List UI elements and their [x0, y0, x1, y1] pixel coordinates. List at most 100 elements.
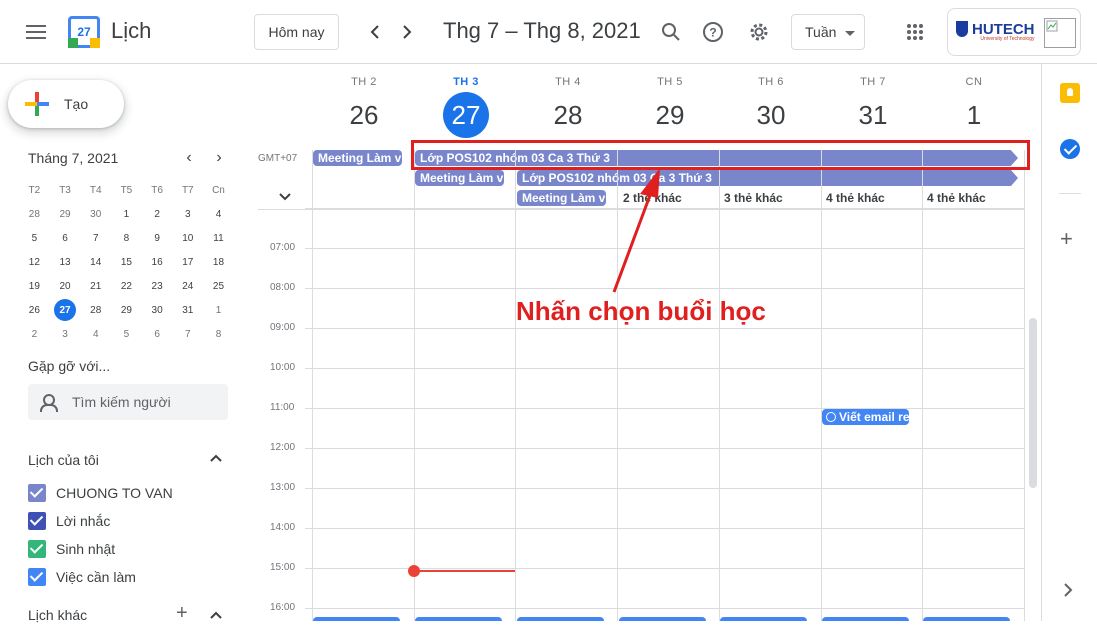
account-org-button[interactable]: HUTECH University of Technology [947, 8, 1081, 56]
mini-day[interactable]: 22 [111, 274, 142, 298]
mini-day[interactable]: 31 [172, 298, 203, 322]
tasks-icon[interactable] [1060, 139, 1080, 159]
mini-day[interactable]: 2 [19, 322, 50, 346]
day-number[interactable]: 30 [720, 92, 822, 138]
mini-prev-month-icon[interactable]: ‹ [177, 146, 201, 170]
day-number[interactable]: 29 [619, 92, 721, 138]
mini-day[interactable]: 24 [172, 274, 203, 298]
calendar-item-tasks[interactable]: Việc cần làm [28, 565, 136, 589]
day-header-thu[interactable]: TH 5 29 [619, 76, 721, 138]
timed-event-email[interactable]: Viết email re [822, 409, 909, 425]
day-header-mon[interactable]: TH 2 26 [313, 76, 415, 138]
mini-day[interactable]: 25 [203, 274, 234, 298]
mini-day[interactable]: 9 [142, 226, 173, 250]
mini-day[interactable]: 21 [80, 274, 111, 298]
apps-grid-icon[interactable] [895, 12, 935, 52]
mini-day[interactable]: 26 [19, 298, 50, 322]
mini-day[interactable]: 12 [19, 250, 50, 274]
timed-event-bottom[interactable] [313, 617, 400, 621]
mini-day[interactable]: 2 [142, 202, 173, 226]
day-header-fri[interactable]: TH 6 30 [720, 76, 822, 138]
day-number-today[interactable]: 27 [443, 92, 489, 138]
mini-day[interactable]: 28 [19, 202, 50, 226]
timed-event-bottom[interactable] [720, 617, 807, 621]
mini-day[interactable]: 18 [203, 250, 234, 274]
calendar-item-birthdays[interactable]: Sinh nhật [28, 537, 115, 561]
timed-event-bottom[interactable] [517, 617, 604, 621]
mini-day[interactable]: 20 [50, 274, 81, 298]
settings-gear-icon[interactable] [739, 12, 779, 52]
mini-day[interactable]: 16 [142, 250, 173, 274]
more-events-sun[interactable]: 4 thẻ khác [927, 191, 986, 205]
mini-day[interactable]: 30 [80, 202, 111, 226]
mini-day[interactable]: 5 [19, 226, 50, 250]
allday-event-meeting-wed[interactable]: Meeting Làm v [517, 190, 606, 206]
my-calendars-title[interactable]: Lịch của tôi [28, 452, 99, 468]
add-other-calendar-icon[interactable]: + [176, 602, 188, 625]
create-button[interactable]: Tạo [8, 80, 124, 128]
mini-day[interactable]: 14 [80, 250, 111, 274]
mini-day[interactable]: 3 [50, 322, 81, 346]
mini-day[interactable]: 17 [172, 250, 203, 274]
more-events-fri[interactable]: 3 thẻ khác [724, 191, 783, 205]
mini-day[interactable]: 11 [203, 226, 234, 250]
day-number[interactable]: 26 [313, 92, 415, 138]
search-people-input[interactable]: Tìm kiếm người [28, 384, 228, 420]
day-header-wed[interactable]: TH 4 28 [517, 76, 619, 138]
mini-day[interactable]: 1 [203, 298, 234, 322]
help-icon[interactable]: ? [693, 12, 733, 52]
day-header-sat[interactable]: TH 7 31 [822, 76, 924, 138]
mini-next-month-icon[interactable]: › [207, 146, 231, 170]
day-number[interactable]: 28 [517, 92, 619, 138]
mini-day[interactable]: 4 [203, 202, 234, 226]
main-menu-icon[interactable] [16, 12, 56, 52]
calendar-item-chuong-to-van[interactable]: CHUONG TO VAN [28, 481, 173, 505]
add-addon-icon[interactable]: + [1060, 226, 1073, 252]
mini-day[interactable]: 6 [50, 226, 81, 250]
allday-event-meeting[interactable]: Meeting Làm v [313, 150, 402, 166]
allday-event-meeting-tue[interactable]: Meeting Làm v [415, 170, 504, 186]
mini-day[interactable]: 23 [142, 274, 173, 298]
allday-event-pos102-row2[interactable]: Lớp POS102 nhóm 03 Ca 3 Thứ 3 [517, 170, 1018, 186]
mini-day[interactable]: 15 [111, 250, 142, 274]
checkbox-checked-icon[interactable] [28, 484, 46, 502]
day-header-sun[interactable]: CN 1 [923, 76, 1025, 138]
checkbox-checked-icon[interactable] [28, 512, 46, 530]
mini-day[interactable]: 1 [111, 202, 142, 226]
calendar-item-reminders[interactable]: Lời nhắc [28, 509, 110, 533]
view-selector[interactable]: Tuần [791, 14, 865, 50]
mini-day[interactable]: 8 [203, 322, 234, 346]
collapse-my-calendars-icon[interactable] [209, 452, 223, 466]
mini-day-today[interactable]: 27 [50, 298, 81, 322]
checkbox-checked-icon[interactable] [28, 568, 46, 586]
keep-icon[interactable] [1060, 83, 1080, 103]
expand-allday-icon[interactable] [278, 191, 292, 205]
mini-day[interactable]: 4 [80, 322, 111, 346]
today-button[interactable]: Hôm nay [254, 14, 339, 50]
mini-day[interactable]: 3 [172, 202, 203, 226]
mini-day[interactable]: 10 [172, 226, 203, 250]
mini-day[interactable]: 5 [111, 322, 142, 346]
expand-side-panel-icon[interactable] [1063, 583, 1073, 602]
more-events-sat[interactable]: 4 thẻ khác [826, 191, 885, 205]
mini-day[interactable]: 29 [111, 298, 142, 322]
day-number[interactable]: 1 [923, 92, 1025, 138]
day-number[interactable]: 31 [822, 92, 924, 138]
mini-day[interactable]: 19 [19, 274, 50, 298]
timed-event-bottom[interactable] [619, 617, 706, 621]
mini-day[interactable]: 6 [142, 322, 173, 346]
mini-day[interactable]: 30 [142, 298, 173, 322]
checkbox-checked-icon[interactable] [28, 540, 46, 558]
timed-event-bottom[interactable] [923, 617, 1010, 621]
mini-day[interactable]: 8 [111, 226, 142, 250]
grid-scrollbar[interactable] [1029, 318, 1037, 488]
timed-event-bottom[interactable] [822, 617, 909, 621]
mini-day[interactable]: 28 [80, 298, 111, 322]
mini-day[interactable]: 7 [80, 226, 111, 250]
mini-day[interactable]: 29 [50, 202, 81, 226]
timed-event-bottom[interactable] [415, 617, 502, 621]
search-icon[interactable] [651, 12, 691, 52]
next-week-icon[interactable] [387, 12, 427, 52]
mini-day[interactable]: 7 [172, 322, 203, 346]
day-header-tue-today[interactable]: TH 3 27 [415, 76, 517, 138]
